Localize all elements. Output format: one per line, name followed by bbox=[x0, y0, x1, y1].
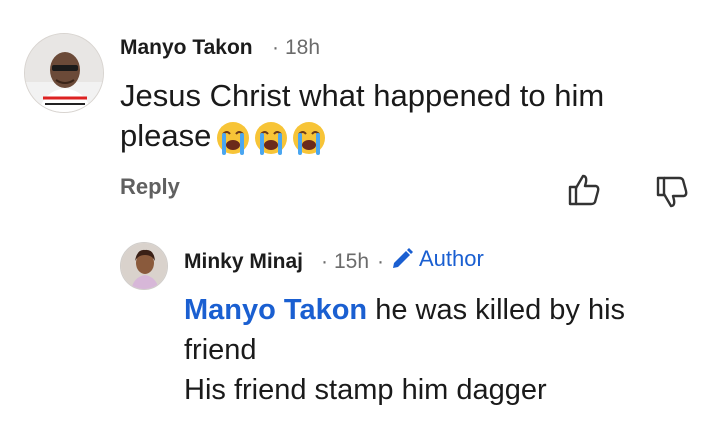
reply-text: Manyo Takon he was killed by his friend … bbox=[184, 290, 694, 410]
thumbs-up-icon[interactable] bbox=[566, 172, 602, 208]
comment-text: Jesus Christ what happened to him please bbox=[120, 76, 680, 156]
crying-face-icon bbox=[217, 121, 250, 155]
author-badge: Author bbox=[389, 246, 484, 272]
crying-face-icon bbox=[293, 121, 326, 155]
author-badge-label: Author bbox=[419, 246, 484, 271]
comment-author-name[interactable]: Manyo Takon bbox=[120, 36, 253, 60]
avatar[interactable] bbox=[24, 33, 104, 113]
comment-timestamp: 18h bbox=[285, 36, 321, 59]
emoji-group bbox=[215, 120, 327, 156]
meta-separator: · bbox=[272, 36, 279, 59]
mention-link[interactable]: Manyo Takon bbox=[184, 294, 367, 326]
comment-body: Jesus Christ what happened to him please bbox=[120, 78, 605, 153]
crying-face-icon bbox=[255, 121, 288, 155]
reply-button[interactable]: Reply bbox=[120, 174, 180, 200]
reply-timestamp: 15h bbox=[334, 250, 370, 273]
pencil-icon bbox=[393, 248, 413, 268]
avatar[interactable] bbox=[120, 242, 168, 290]
reply-author-name[interactable]: Minky Minaj bbox=[184, 250, 303, 274]
reply-body-line2: His friend stamp him dagger bbox=[184, 374, 547, 406]
meta-separator: · bbox=[321, 250, 328, 273]
thumbs-down-icon[interactable] bbox=[654, 174, 690, 210]
meta-separator: · bbox=[377, 250, 384, 273]
